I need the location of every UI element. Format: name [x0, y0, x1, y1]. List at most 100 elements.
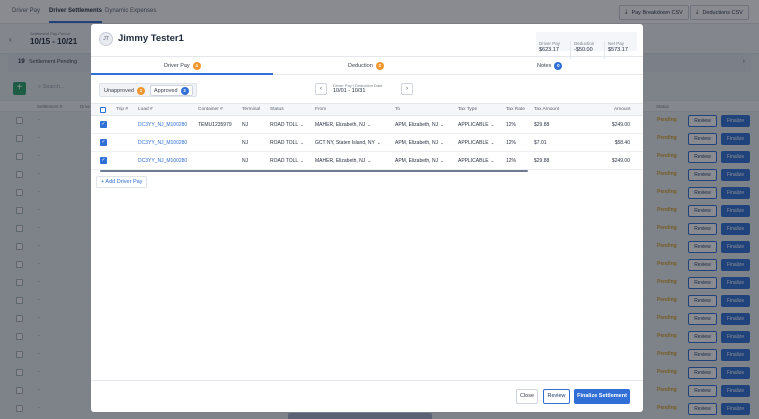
terminal-cell: NJ [242, 140, 249, 146]
select-all-checkbox[interactable] [100, 107, 106, 113]
review-button[interactable]: Review [543, 389, 570, 404]
table-row: ✓ DC3YY_NJ_M100280 NJ ROAD TOLL ⌄ MAHER, Eliz… [91, 152, 643, 170]
status-value: ROAD TOLL [270, 140, 299, 146]
chevron-down-icon: ⌄ [376, 140, 381, 145]
table-row: ✓ DC3YY_NJ_M100280 TEMU1235979 NJ ROAD TOLL ⌄… [91, 116, 643, 134]
chevron-down-icon: ⌄ [440, 140, 444, 145]
net-pay-label: Net Pay [608, 41, 625, 46]
chevron-left-icon: ‹ [320, 86, 322, 92]
driver-pay-value: $623.17 [539, 47, 559, 53]
chevron-right-icon: › [406, 86, 408, 92]
tax-type-value: APPLICABLE [458, 122, 489, 128]
col-from: From [315, 107, 327, 112]
settlement-modal: JT Jimmy Tester1 Driver Pay $623.17 Dedu… [91, 24, 643, 412]
tax-rate-cell: 12% [506, 140, 517, 146]
to-value: APM, Elizabeth, NJ [395, 140, 439, 146]
amount-cell: $58.40 [614, 140, 630, 146]
to-select[interactable]: APM, Elizabeth, NJ ⌄ [395, 122, 444, 128]
check-icon: ✓ [101, 121, 106, 127]
tab-notes-label: Notes [537, 63, 552, 69]
row-checkbox[interactable]: ✓ [100, 139, 107, 146]
from-value: MAHER, Elizabeth, NJ [315, 158, 366, 164]
row-checkbox[interactable]: ✓ [100, 157, 107, 164]
amount-cell: $249.00 [611, 122, 630, 128]
driver-name: Jimmy Tester1 [118, 33, 184, 44]
tax-amount-cell: $7.01 [534, 140, 547, 146]
from-value: MAHER, Elizabeth, NJ [315, 122, 366, 128]
unapproved-toggle[interactable]: Unapproved 1 [101, 85, 148, 96]
status-select[interactable]: ROAD TOLL ⌄ [270, 140, 304, 146]
tax-type-select[interactable]: APPLICABLE ⌄ [458, 158, 494, 164]
col-tax-amount: Tax Amount [534, 107, 560, 112]
chevron-down-icon: ⌄ [367, 122, 372, 127]
container-cell: TEMU1235979 [198, 122, 232, 128]
tab-deduction[interactable]: Deduction 2 [348, 62, 384, 70]
check-icon: ✓ [101, 157, 106, 163]
to-select[interactable]: APM, Elizabeth, NJ ⌄ [395, 158, 444, 164]
date-range-value: 10/01 - 10/31 [333, 88, 366, 94]
load-link[interactable]: DC3YY_NJ_M100280 [138, 122, 187, 128]
horizontal-scrollbar[interactable] [100, 170, 528, 172]
tab-driver-pay-label: Driver Pay [164, 63, 190, 69]
col-tax-type: Tax Type [458, 107, 478, 112]
tax-rate-cell: 12% [506, 122, 517, 128]
tax-type-select[interactable]: APPLICABLE ⌄ [458, 140, 494, 146]
tax-amount-cell: $29.88 [534, 158, 550, 164]
modal-header: JT Jimmy Tester1 Driver Pay $623.17 Dedu… [91, 24, 643, 59]
tab-notes-badge: 0 [554, 62, 563, 70]
chevron-down-icon: ⌄ [300, 122, 304, 127]
table-row: ✓ DC3YY_NJ_M100280 NJ ROAD TOLL ⌄ GCT NY, Sta… [91, 134, 643, 152]
row-checkbox[interactable]: ✓ [100, 121, 107, 128]
chevron-down-icon: ⌄ [300, 158, 304, 163]
modal-footer: Close Review Finalize Settlement [91, 380, 643, 412]
deduction-label: Deduction [574, 41, 595, 46]
status-value: ROAD TOLL [270, 158, 299, 164]
pay-summary: Driver Pay $623.17 Deduction -$50.00 Net… [536, 32, 637, 59]
terminal-cell: NJ [242, 122, 249, 128]
avatar: JT [99, 32, 113, 46]
status-value: ROAD TOLL [270, 122, 299, 128]
deduction-value: -$50.00 [574, 47, 593, 53]
terminal-cell: NJ [242, 158, 249, 164]
add-driver-pay-button[interactable]: + Add Driver Pay [96, 176, 148, 188]
col-terminal: Terminal [242, 107, 261, 112]
col-status: Status [270, 107, 284, 112]
load-link[interactable]: DC3YY_NJ_M100280 [138, 158, 187, 164]
finalize-settlement-button[interactable]: Finalize Settlement [574, 389, 630, 404]
from-select[interactable]: MAHER, Elizabeth, NJ ⌄ [315, 158, 371, 164]
chevron-down-icon: ⌄ [490, 140, 495, 145]
tab-driver-pay[interactable]: Driver Pay 4 [164, 62, 201, 70]
unapproved-label: Unapproved [104, 87, 134, 94]
tab-deduction-label: Deduction [348, 63, 373, 69]
chevron-down-icon: ⌄ [440, 122, 444, 127]
to-value: APM, Elizabeth, NJ [395, 158, 439, 164]
from-select[interactable]: GCT NY, Staten Island, NY ⌄ [315, 140, 381, 146]
load-link[interactable]: DC3YY_NJ_M100280 [138, 140, 187, 146]
close-button[interactable]: Close [516, 389, 538, 404]
col-container: Container # [198, 107, 223, 112]
tab-deduction-badge: 2 [375, 62, 384, 70]
chevron-down-icon: ⌄ [490, 122, 495, 127]
status-select[interactable]: ROAD TOLL ⌄ [270, 158, 304, 164]
tax-amount-cell: $29.88 [534, 122, 550, 128]
from-value: GCT NY, Staten Island, NY [315, 140, 375, 146]
from-select[interactable]: MAHER, Elizabeth, NJ ⌄ [315, 122, 371, 128]
chevron-down-icon: ⌄ [300, 140, 304, 145]
driver-pay-label: Driver Pay [539, 41, 561, 46]
approval-toggle: Unapproved 1 Approved 3 [99, 83, 197, 97]
bottom-toast-bar [288, 413, 432, 419]
tab-notes[interactable]: Notes 0 [537, 62, 563, 70]
col-load: Load # [138, 107, 153, 112]
status-select[interactable]: ROAD TOLL ⌄ [270, 122, 304, 128]
active-tab-indicator [91, 73, 273, 75]
col-trip: Trip # [116, 107, 129, 112]
tax-type-value: APPLICABLE [458, 140, 489, 146]
chevron-down-icon: ⌄ [367, 158, 372, 163]
tax-type-select[interactable]: APPLICABLE ⌄ [458, 122, 494, 128]
check-icon: ✓ [101, 139, 106, 145]
prev-period-button[interactable]: ‹ [315, 83, 327, 95]
approved-toggle[interactable]: Approved 3 [150, 85, 193, 96]
to-select[interactable]: APM, Elizabeth, NJ ⌄ [395, 140, 444, 146]
next-period-button[interactable]: › [401, 83, 413, 95]
driver-pay-table-header: Trip # Load # Container # Terminal Statu… [91, 103, 643, 116]
